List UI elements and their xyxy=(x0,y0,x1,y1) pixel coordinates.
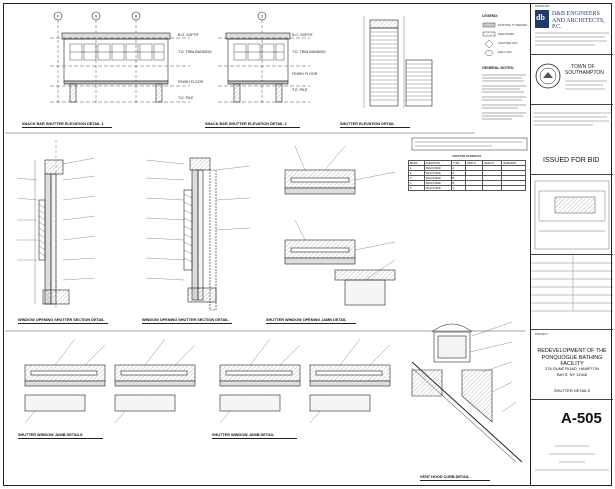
svg-text:3: 3 xyxy=(261,15,263,19)
detail-title-9: VENT HOOD CURB DETAIL xyxy=(420,475,490,481)
project-title-line1: REDEVELOPMENT OF THE xyxy=(537,348,607,354)
sheet-number: A-505 xyxy=(561,410,602,427)
schedule-cell: 5 xyxy=(408,185,425,191)
label-bo-soffit-1: B.O. SOFFIT xyxy=(178,33,199,37)
legend-title: LEGEND: xyxy=(482,14,499,18)
detail-title-2-text: SNACK BAR SHUTTER ELEVATION DETAIL 2 xyxy=(205,122,287,126)
drawn-by-label: DRAWN BY xyxy=(535,4,550,8)
firm-address-lines xyxy=(535,32,609,46)
legend-item: NEW WORK xyxy=(498,32,515,36)
schedule-cell xyxy=(465,185,484,191)
detail-title-3-text: SHUTTER ELEVATION DETAIL xyxy=(340,122,395,126)
detail-title-1-text: SNACK BAR SHUTTER ELEVATION DETAIL 1 xyxy=(22,122,104,126)
shutter-schedule-table: MARK ELEVATION TYPE WIDTH HEIGHT REMARKS… xyxy=(408,160,526,191)
detail-title-4-text: WINDOW OPENING SHUTTER SECTION DETAIL xyxy=(18,318,105,322)
detail-title-7-text: SHUTTER WINDOW JAMB DETAILS xyxy=(18,433,83,437)
firm-name-line1: D&B ENGINEERS xyxy=(552,11,600,17)
detail-title-2: SNACK BAR SHUTTER ELEVATION DETAIL 2 xyxy=(205,122,300,128)
general-notes-title: GENERAL NOTES: xyxy=(482,66,515,70)
issued-for-bid: ISSUED FOR BID xyxy=(543,157,600,164)
sheet-info-lines xyxy=(535,445,609,471)
detail-title-9-text: VENT HOOD CURB DETAIL xyxy=(420,475,470,479)
jamb-details-bottom-2 xyxy=(219,338,391,424)
firm-name-line2: AND ARCHITECTS, P.C. xyxy=(552,18,605,30)
firm-logo-letters: db xyxy=(536,13,545,22)
title-block: DRAWN BY db D&B ENGINEERS AND ARCHITECTS… xyxy=(530,3,613,486)
separator-top xyxy=(5,132,475,134)
revision-block: ISSUED FOR BID xyxy=(531,105,613,175)
shutter-elevation xyxy=(363,16,433,108)
schedule-cell xyxy=(482,185,503,191)
label-to-trim-2: T.O. TRIM BANDING xyxy=(292,50,326,54)
detail-title-8-text: SHUTTER WINDOW JAMB DETAIL xyxy=(212,433,274,437)
legend-item: WALL TAG xyxy=(498,50,512,54)
client-name-line2: SOUTHAMPTON xyxy=(565,70,604,76)
detail-title-4: WINDOW OPENING SHUTTER SECTION DETAIL xyxy=(18,318,108,324)
client-address-lines xyxy=(565,80,607,90)
section-detail-1 xyxy=(16,140,96,310)
elevation-detail-2: 3 xyxy=(218,11,310,103)
detail-title-7: SHUTTER WINDOW JAMB DETAILS xyxy=(18,433,103,439)
jamb-detail-plan xyxy=(284,145,396,306)
svg-text:G: G xyxy=(95,15,98,19)
label-finish-floor-1: FINISH FLOOR xyxy=(178,80,204,84)
label-bo-soffit-2: B.O. SOFFIT xyxy=(292,33,313,37)
detail-title-8: SHUTTER WINDOW JAMB DETAIL xyxy=(212,433,297,439)
legend-item: SHUTTER TAG xyxy=(498,41,518,45)
detail-title-3: SHUTTER ELEVATION DETAIL xyxy=(340,122,410,128)
label-to-pile-1: T.O. PILE xyxy=(178,96,194,100)
detail-title-6: SHUTTER WINDOW OPENING JAMB DETAIL xyxy=(266,318,356,324)
vent-hood-curb-detail xyxy=(411,321,523,463)
project-address-line2: BAYS, NY 11946 xyxy=(556,372,588,377)
detail-title-1: SNACK BAR SHUTTER ELEVATION DETAIL 1 xyxy=(22,122,112,128)
svg-text:F: F xyxy=(57,15,59,19)
sheet-title: SHUTTER DETAILS xyxy=(553,388,591,393)
key-plan-block xyxy=(531,175,613,255)
elevation-detail-1: F G H xyxy=(50,11,190,103)
project-block: PROJECT REDEVELOPMENT OF THE PONQUOGUE B… xyxy=(531,330,613,400)
schedule-cell: SNACK BAR xyxy=(423,185,452,191)
label-to-trim-1: T.O. TRIM BANDING xyxy=(178,50,212,54)
client-name-line1: TOWN OF xyxy=(571,64,595,70)
label-to-pile-2: T.O. PILE xyxy=(292,88,308,92)
jamb-details-bottom-1 xyxy=(24,338,196,424)
schedule-cell xyxy=(501,185,526,191)
section-detail-2 xyxy=(145,157,251,311)
firm-block: DRAWN BY db D&B ENGINEERS AND ARCHITECTS… xyxy=(531,3,613,55)
key-plan xyxy=(534,180,610,250)
table-row: 5 SNACK BAR C xyxy=(408,185,526,191)
info-block xyxy=(531,255,613,330)
legend-item: EXISTING TO REMAIN xyxy=(498,23,528,27)
svg-text:H: H xyxy=(135,15,138,19)
legend-swatches xyxy=(482,22,496,56)
detail-title-5: WINDOW OPENING SHUTTER SECTION DETAIL xyxy=(142,318,232,324)
client-block: TOWN OF SOUTHAMPTON xyxy=(531,55,613,105)
detail-title-5-text: WINDOW OPENING SHUTTER SECTION DETAIL xyxy=(142,318,229,322)
town-seal-icon xyxy=(535,63,561,89)
info-table xyxy=(531,255,613,312)
note-box xyxy=(411,137,528,151)
general-notes-text xyxy=(482,74,526,120)
label-finish-floor-2: FINISH FLOOR xyxy=(292,72,318,76)
detail-title-6-text: SHUTTER WINDOW OPENING JAMB DETAIL xyxy=(266,318,347,322)
schedule-cell: C xyxy=(450,185,467,191)
sheet-number-block: A-505 xyxy=(531,400,613,486)
schedule-title: SHUTTER SCHEDULE xyxy=(452,154,482,158)
project-label: PROJECT xyxy=(535,332,549,336)
